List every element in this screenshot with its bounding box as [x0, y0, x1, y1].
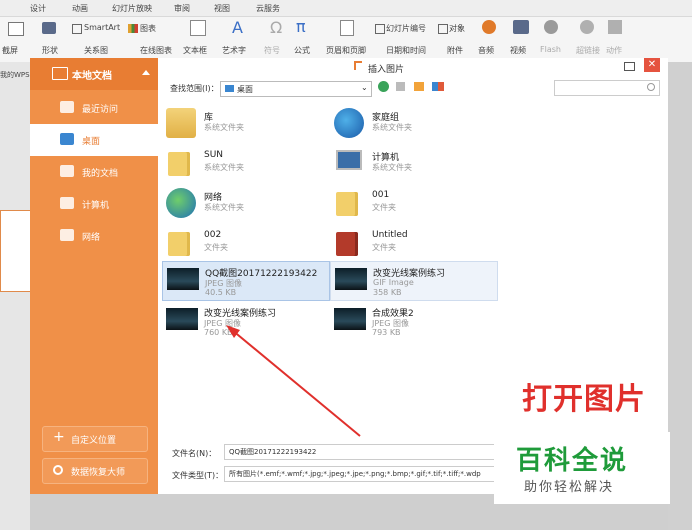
watermark: 百科全说 助你轻松解决 — [494, 432, 670, 504]
watermark-subtitle: 助你轻松解决 — [524, 480, 615, 495]
watermark-title: 百科全说 — [516, 446, 629, 476]
annotation-label: 打开图片 — [522, 382, 646, 417]
